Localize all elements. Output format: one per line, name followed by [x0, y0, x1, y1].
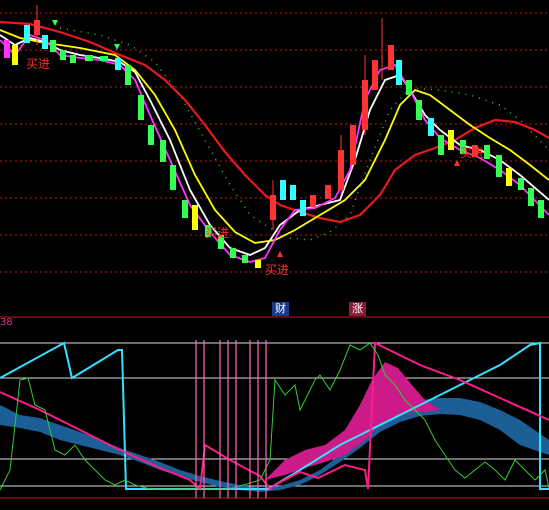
kline-chart[interactable]	[0, 0, 549, 510]
candlesticks	[4, 5, 544, 268]
buy-signal-label: 买进	[205, 226, 230, 240]
indicator-band-blue	[0, 398, 549, 492]
buy-signal-label: 买进	[26, 57, 51, 71]
buy-signal-label: 买进	[265, 263, 290, 277]
buy-signal-label: 买进	[460, 146, 485, 160]
indicator-label: 38	[0, 317, 13, 328]
down-triangle-marker	[114, 44, 120, 50]
up-triangle-marker	[277, 251, 283, 257]
finance-event-tag[interactable]: 财	[272, 302, 289, 316]
up-triangle-marker	[454, 160, 460, 166]
down-triangle-marker	[52, 20, 58, 26]
ma-white	[0, 34, 549, 256]
rise-event-tag[interactable]: 涨	[349, 302, 366, 316]
indicator-band-magenta	[265, 362, 440, 480]
